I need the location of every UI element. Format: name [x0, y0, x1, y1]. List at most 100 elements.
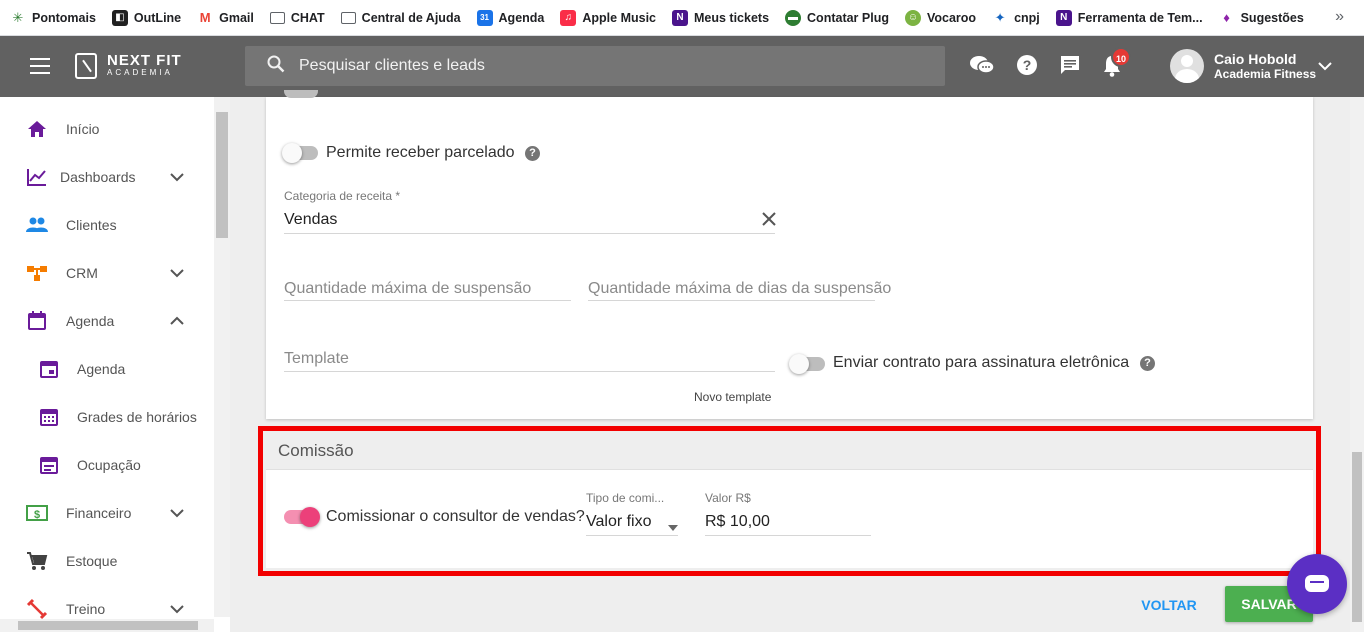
tipo-comissao-underline: [586, 535, 678, 536]
categoria-underline: [284, 233, 775, 234]
parcelado-toggle[interactable]: [282, 143, 318, 163]
qtd-dias-underline: [588, 300, 875, 301]
tipo-comissao-label: Tipo de comi...: [586, 491, 665, 505]
outline-icon: ◧: [111, 9, 128, 26]
sidebar-item-label: CRM: [66, 265, 98, 281]
parcelado-label: Permite receber parcelado: [326, 144, 515, 161]
sidebar-item-dashboards[interactable]: Dashboards: [0, 153, 214, 201]
dropdown-arrow-icon[interactable]: [668, 518, 678, 531]
chat-widget-button[interactable]: [1287, 554, 1347, 614]
more-bookmarks-icon[interactable]: »: [1335, 8, 1344, 26]
qtd-suspensao-field[interactable]: Quantidade máxima de suspensão: [284, 280, 531, 298]
chevron-down-icon[interactable]: [1318, 58, 1332, 74]
chevron-down-icon: [170, 602, 184, 617]
sidebar-item-crm[interactable]: CRM: [0, 249, 214, 297]
bookmark-pontomais[interactable]: ✳ Pontomais: [10, 10, 96, 26]
sidebar-item-inicio[interactable]: Início: [0, 105, 214, 153]
sidebar-item-label: Início: [66, 121, 100, 137]
chevron-down-icon: [170, 170, 184, 185]
crm-icon: [26, 262, 48, 284]
chart-line-icon: [26, 166, 48, 188]
calendar-icon: [38, 358, 60, 380]
sidebar-item-estoque[interactable]: Estoque: [0, 537, 214, 585]
chevron-up-icon: [170, 314, 184, 329]
enviar-contrato-label: Enviar contrato para assinatura eletrôni…: [833, 354, 1130, 371]
template-underline: [284, 371, 775, 372]
sidebar-item-label: Dashboards: [60, 169, 136, 185]
comissionar-toggle[interactable]: [284, 507, 320, 527]
search-input[interactable]: Pesquisar clientes e leads: [245, 46, 945, 86]
bookmarks-bar: ✳ Pontomais ◧ OutLine M Gmail CHAT Central …: [0, 0, 1364, 36]
help-circle-icon[interactable]: ?: [1140, 356, 1155, 371]
nextfit-icon: N: [672, 9, 688, 26]
svg-text:$: $: [34, 509, 40, 521]
avatar[interactable]: [1170, 49, 1204, 83]
logo[interactable]: NEXT FIT ACADEMIA: [75, 53, 182, 79]
calendar-icon: [26, 310, 48, 332]
bookmark-outline[interactable]: ◧ OutLine: [111, 9, 181, 26]
categoria-field[interactable]: Vendas: [284, 211, 337, 229]
bookmark-agenda[interactable]: 31 Agenda: [476, 9, 544, 26]
chevron-down-icon: [170, 506, 184, 521]
bookmark-vocaroo[interactable]: ☺ Vocaroo: [904, 9, 976, 26]
svg-text:?: ?: [1023, 57, 1032, 73]
calendar-icon: 31: [476, 9, 493, 26]
valor-underline: [705, 535, 871, 536]
message-icon[interactable]: [1057, 54, 1083, 80]
bookmark-meus-tickets[interactable]: N Meus tickets: [672, 9, 769, 26]
user-name: Caio Hobold: [1214, 51, 1297, 67]
nextfit-icon: N: [1055, 9, 1072, 26]
cart-icon: [26, 550, 48, 572]
enviar-contrato-toggle[interactable]: [789, 354, 825, 374]
apple-music-icon: ♫: [560, 9, 577, 26]
sidebar-item-agenda-group[interactable]: Agenda: [0, 297, 214, 345]
clear-icon[interactable]: [761, 211, 777, 227]
sidebar-item-label: Grades de horários: [77, 409, 197, 425]
bookmark-apple-music[interactable]: ♫ Apple Music: [560, 9, 656, 26]
main-scrollbar-thumb[interactable]: [1352, 452, 1362, 622]
logo-title: NEXT FIT: [107, 52, 182, 69]
chat-bubbles-icon[interactable]: [969, 54, 995, 80]
sidebar-item-agenda[interactable]: Agenda: [0, 345, 214, 393]
sidebar-item-clientes[interactable]: Clientes: [0, 201, 214, 249]
valor-field[interactable]: R$ 10,00: [705, 513, 770, 531]
bookmark-sugestoes[interactable]: ♦ Sugestões: [1219, 10, 1304, 26]
qtd-suspensao-underline: [284, 300, 571, 301]
dumbbell-icon: [26, 598, 48, 620]
sidebar-item-financeiro[interactable]: $ Financeiro: [0, 489, 214, 537]
voltar-button[interactable]: VOLTAR: [1125, 587, 1213, 623]
qtd-dias-suspensao-field[interactable]: Quantidade máxima de dias da suspensão: [588, 280, 891, 298]
sidebar-horizontal-scrollbar-thumb[interactable]: [18, 621, 198, 630]
calendar-list-icon: [38, 454, 60, 476]
hidden-toggle[interactable]: [284, 90, 318, 98]
money-icon: $: [26, 502, 48, 524]
tipo-comissao-select[interactable]: Valor fixo: [586, 513, 652, 531]
template-field[interactable]: Template: [284, 350, 349, 368]
user-info[interactable]: Caio Hobold Academia Fitness: [1214, 51, 1316, 81]
bookmark-ferramenta[interactable]: N Ferramenta de Tem...: [1055, 9, 1203, 26]
sidebar-scrollbar-thumb[interactable]: [216, 112, 228, 238]
sidebar-item-label: Clientes: [66, 217, 117, 233]
sidebar-item-ocupacao[interactable]: Ocupação: [0, 441, 214, 489]
bookmark-gmail[interactable]: M Gmail: [197, 10, 254, 26]
bookmark-contatar-plug[interactable]: ▬ Contatar Plug: [785, 9, 889, 26]
notification-badge: 10: [1111, 47, 1131, 67]
sidebar-item-label: Estoque: [66, 553, 118, 569]
comissionar-label: Comissionar o consultor de vendas?: [326, 508, 585, 525]
bookmark-cnpj[interactable]: ✦ cnpj: [992, 10, 1040, 26]
sidebar-item-label: Ocupação: [77, 457, 141, 473]
bookmark-central-de-ajuda[interactable]: Central de Ajuda: [340, 11, 461, 25]
help-icon[interactable]: ?: [1014, 54, 1040, 80]
home-icon: [26, 118, 48, 140]
lightbulb-icon: ♦: [1223, 10, 1230, 25]
bookmark-chat[interactable]: CHAT: [269, 11, 325, 25]
novo-template-link[interactable]: Novo template: [694, 390, 771, 404]
menu-icon[interactable]: [30, 58, 50, 74]
cnpj-icon: ✦: [994, 9, 1006, 25]
folder-icon: [269, 11, 285, 24]
chat-icon: [1305, 575, 1329, 592]
user-company: Academia Fitness: [1214, 67, 1317, 81]
sidebar-item-label: Agenda: [77, 361, 126, 377]
sidebar-item-grades-de-horarios[interactable]: Grades de horários: [0, 393, 214, 441]
help-circle-icon[interactable]: ?: [525, 146, 540, 161]
